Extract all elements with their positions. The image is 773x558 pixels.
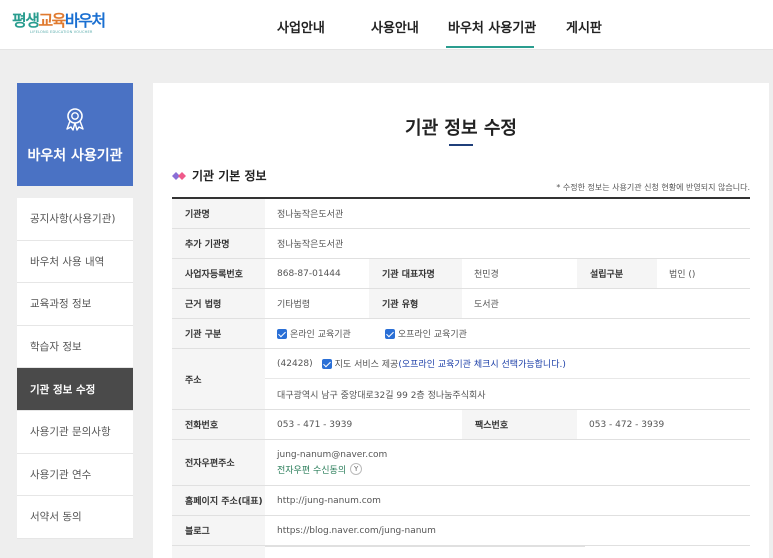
section-title-text: 기관 기본 정보 bbox=[192, 169, 267, 183]
institution-info-table: 기관명 정나눔작은도서관 추가 기관명 정나눔작은도서관 사업자등록번호 868… bbox=[172, 197, 750, 558]
sidebar-item-course-info[interactable]: 교육과정 정보 bbox=[17, 283, 133, 326]
extra-name-label: 추가 기관명 bbox=[172, 229, 265, 258]
email-consent-badge: Y bbox=[350, 463, 363, 475]
diamond-bullet-icon bbox=[172, 171, 186, 180]
next-row-label bbox=[172, 546, 265, 558]
nav-usage-guide[interactable]: 사용안내 bbox=[371, 17, 419, 36]
table-row: 전자우편주소 jung-nanum@naver.com 전자우편 수신동의 Y bbox=[172, 440, 750, 486]
table-row: 블로그 https://blog.naver.com/jung-nanum bbox=[172, 516, 750, 546]
est-type-label: 설립구분 bbox=[577, 259, 657, 288]
table-row bbox=[172, 546, 750, 558]
nav-board[interactable]: 게시판 bbox=[566, 17, 602, 36]
email-value-cell: jung-nanum@naver.com 전자우편 수신동의 Y bbox=[265, 440, 750, 485]
biz-no-label: 사업자등록번호 bbox=[172, 259, 265, 288]
sidebar-menu: 공지사항(사용기관) 바우처 사용 내역 교육과정 정보 학습자 정보 기관 정… bbox=[17, 198, 133, 539]
phone-label: 전화번호 bbox=[172, 410, 265, 439]
map-service-checkbox[interactable] bbox=[321, 358, 332, 369]
org-type-value: 도서관 bbox=[474, 300, 499, 310]
top-navigation-bar: 평생교육바우처 LIFELONG EDUCATION VOUCHER 사업안내 … bbox=[0, 0, 773, 50]
fax-label: 팩스번호 bbox=[462, 410, 577, 439]
sidebar-item-training[interactable]: 사용기관 연수 bbox=[17, 454, 133, 497]
address-line: 대구광역시 남구 중앙대로32길 99 2층 정나눔주식회사 bbox=[277, 391, 486, 401]
blog-value[interactable]: https://blog.naver.com/jung-nanum bbox=[265, 516, 750, 545]
rep-name-value: 천민경 bbox=[474, 270, 499, 280]
map-service-note: (오프라인 교육기관 체크시 선택가능합니다.) bbox=[398, 360, 566, 370]
table-row: 근거 법령 기타법령 기관 유형 도서관 bbox=[172, 289, 750, 319]
sidebar-item-inquiry[interactable]: 사용기관 문의사항 bbox=[17, 411, 133, 454]
offline-checkbox[interactable] bbox=[384, 328, 395, 339]
email-consent-label: 전자우편 수신동의 bbox=[277, 465, 347, 476]
page-title: 기관 정보 수정 bbox=[405, 118, 517, 139]
fax-value: 053 - 472 - 3939 bbox=[589, 419, 665, 430]
email-label: 전자우편주소 bbox=[172, 440, 265, 485]
zip-code: (42428) bbox=[277, 358, 313, 369]
basis-law-label: 근거 법령 bbox=[172, 289, 265, 318]
main-content: 기관 정보 수정 기관 기본 정보 * 수정한 정보는 사용기관 신청 현황에 … bbox=[153, 83, 769, 558]
sidebar-title: 바우처 사용기관 bbox=[27, 148, 123, 164]
est-type-value: 법인 () bbox=[669, 270, 696, 280]
table-row: 전화번호 053 - 471 - 3939 팩스번호 053 - 472 - 3… bbox=[172, 410, 750, 440]
table-row: 추가 기관명 정나눔작은도서관 bbox=[172, 229, 750, 259]
table-row: 주소 (42428) 지도 서비스 제공 (오프라인 교육기관 체크시 선택가능… bbox=[172, 349, 750, 410]
extra-name-value: 정나눔작은도서관 bbox=[277, 240, 344, 250]
active-nav-indicator bbox=[446, 46, 534, 48]
logo-subtext: LIFELONG EDUCATION VOUCHER bbox=[30, 30, 93, 34]
org-name-value: 정나눔작은도서관 bbox=[277, 210, 344, 220]
sidebar-item-edit-institution[interactable]: 기관 정보 수정 bbox=[17, 368, 133, 411]
category-label: 기관 구분 bbox=[172, 319, 265, 348]
sidebar-item-pledge[interactable]: 서약서 동의 bbox=[17, 496, 133, 539]
table-row: 기관 구분 온라인 교육기관 오프라인 교육기관 bbox=[172, 319, 750, 349]
table-row: 기관명 정나눔작은도서관 bbox=[172, 199, 750, 229]
sidebar-item-notice[interactable]: 공지사항(사용기관) bbox=[17, 198, 133, 241]
next-row-value bbox=[265, 546, 585, 558]
offline-label: 오프라인 교육기관 bbox=[397, 330, 467, 340]
online-checkbox[interactable] bbox=[277, 328, 287, 339]
phone-value: 053 - 471 - 3939 bbox=[277, 419, 353, 430]
org-name-label: 기관명 bbox=[172, 199, 265, 228]
site-logo[interactable]: 평생교육바우처 LIFELONG EDUCATION VOUCHER bbox=[12, 11, 106, 38]
table-row: 사업자등록번호 868-87-01444 기관 대표자명 천민경 설립구분 법인… bbox=[172, 259, 750, 289]
logo-text: 평생교육바우처 bbox=[12, 11, 106, 30]
homepage-value[interactable]: http://jung-nanum.com bbox=[265, 486, 750, 515]
blog-label: 블로그 bbox=[172, 516, 265, 545]
map-service-label: 지도 서비스 제공 bbox=[334, 360, 399, 370]
section-note: * 수정한 정보는 사용기관 신청 현황에 반영되지 않습니다. bbox=[556, 183, 750, 192]
rep-name-label: 기관 대표자명 bbox=[369, 259, 462, 288]
basis-law-value: 기타법령 bbox=[277, 300, 311, 310]
award-ribbon-icon bbox=[66, 108, 84, 131]
section-title: 기관 기본 정보 bbox=[172, 167, 267, 184]
org-type-label: 기관 유형 bbox=[369, 289, 462, 318]
nav-business-info[interactable]: 사업안내 bbox=[277, 17, 325, 36]
category-value: 온라인 교육기관 오프라인 교육기관 bbox=[265, 319, 750, 348]
title-divider bbox=[449, 144, 473, 146]
biz-no-value: 868-87-01444 bbox=[277, 268, 341, 279]
nav-voucher-institutions[interactable]: 바우처 사용기관 bbox=[448, 17, 536, 36]
address-label: 주소 bbox=[172, 349, 265, 409]
sidebar-hero: 바우처 사용기관 bbox=[17, 83, 133, 186]
sidebar-item-voucher-history[interactable]: 바우처 사용 내역 bbox=[17, 241, 133, 284]
email-value: jung-nanum@naver.com bbox=[277, 449, 388, 460]
homepage-label: 홈페이지 주소(대표) bbox=[172, 486, 265, 515]
address-zip-row: (42428) 지도 서비스 제공 (오프라인 교육기관 체크시 선택가능합니다… bbox=[265, 349, 750, 379]
table-row: 홈페이지 주소(대표) http://jung-nanum.com bbox=[172, 486, 750, 516]
online-label: 온라인 교육기관 bbox=[290, 330, 351, 340]
sidebar-item-learner-info[interactable]: 학습자 정보 bbox=[17, 326, 133, 369]
